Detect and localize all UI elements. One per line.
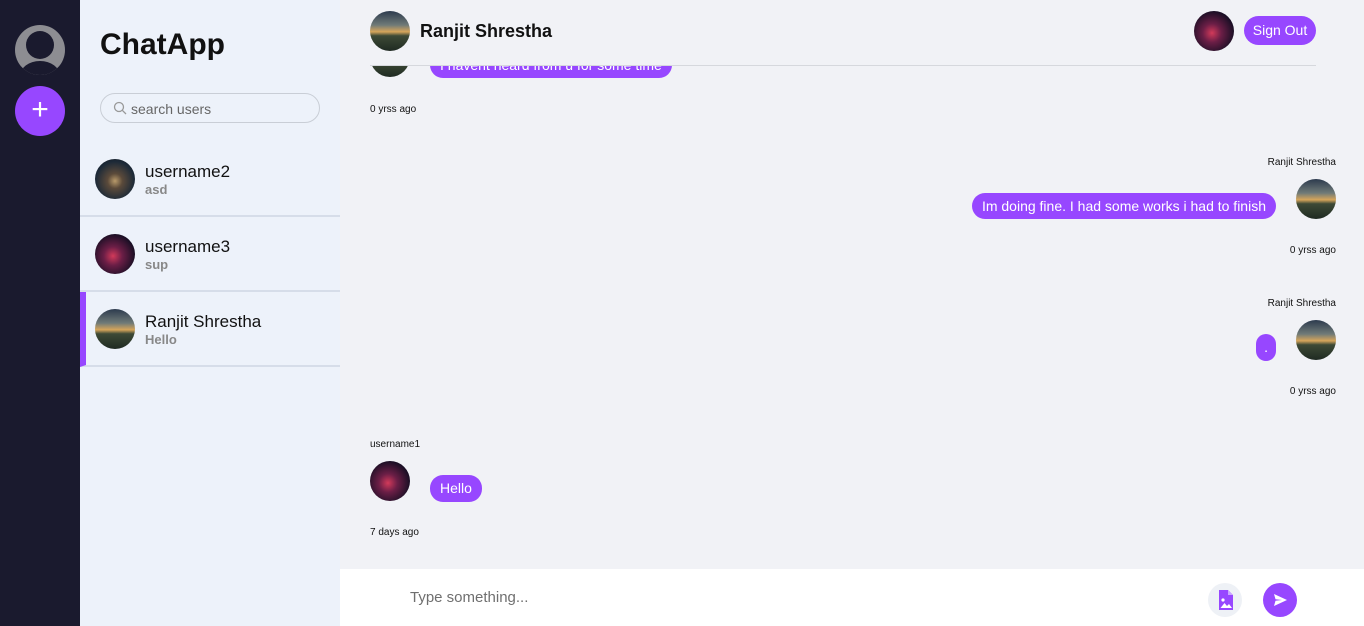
chat-header: Ranjit Shrestha Sign Out bbox=[370, 0, 1316, 66]
contact-item-username3[interactable]: username3 sup bbox=[80, 217, 340, 292]
contacts-sidebar: ChatApp username2 asd username3 sup Ranj… bbox=[80, 0, 340, 626]
search-input[interactable] bbox=[131, 99, 311, 119]
contact-name: username2 bbox=[145, 162, 231, 181]
app-title: ChatApp bbox=[100, 28, 225, 61]
message-input[interactable] bbox=[410, 585, 1190, 609]
message-composer bbox=[340, 569, 1364, 626]
contact-avatar bbox=[95, 234, 135, 274]
message-avatar bbox=[370, 461, 410, 501]
current-user-avatar[interactable] bbox=[1194, 11, 1234, 51]
message-list[interactable]: I havent heard from u for some time 0 yr… bbox=[340, 0, 1364, 569]
send-icon bbox=[1274, 594, 1287, 606]
message-timestamp: 0 yrss ago bbox=[370, 104, 417, 115]
image-file-icon bbox=[1219, 590, 1233, 610]
chat-partner-avatar bbox=[370, 11, 410, 51]
send-button[interactable] bbox=[1263, 583, 1297, 617]
message-bubble: Im doing fine. I had some works i had to… bbox=[971, 193, 1276, 219]
message-sender: username1 bbox=[370, 439, 421, 450]
add-chat-button[interactable]: + bbox=[15, 86, 65, 136]
message-bubble: Hello bbox=[430, 475, 482, 502]
contact-avatar bbox=[95, 309, 135, 349]
message-sender: Ranjit Shrestha bbox=[1267, 157, 1336, 168]
contact-name: Ranjit Shrestha bbox=[145, 312, 262, 331]
message-avatar bbox=[1296, 179, 1336, 219]
contact-item-username2[interactable]: username2 asd bbox=[80, 142, 340, 217]
chat-panel: I havent heard from u for some time 0 yr… bbox=[340, 0, 1364, 626]
profile-head-shape bbox=[26, 31, 54, 59]
message-sender: Ranjit Shrestha bbox=[1267, 298, 1336, 309]
search-box[interactable] bbox=[100, 93, 320, 123]
chat-partner-name: Ranjit Shrestha bbox=[420, 21, 553, 41]
sign-out-button[interactable]: Sign Out bbox=[1244, 16, 1316, 45]
contact-last-message: Hello bbox=[145, 332, 177, 347]
profile-body-shape bbox=[20, 61, 60, 75]
search-icon bbox=[113, 101, 127, 115]
message-bubble: . bbox=[1256, 334, 1276, 361]
contact-last-message: sup bbox=[145, 257, 169, 272]
nav-rail: + bbox=[0, 0, 80, 626]
message-avatar bbox=[1296, 320, 1336, 360]
profile-avatar-icon[interactable] bbox=[15, 25, 65, 75]
contact-name: username3 bbox=[145, 237, 231, 256]
message-timestamp: 0 yrss ago bbox=[1289, 386, 1336, 397]
message-timestamp: 0 yrss ago bbox=[1289, 245, 1336, 256]
attach-image-button[interactable] bbox=[1208, 583, 1242, 617]
message-timestamp: 7 days ago bbox=[370, 527, 419, 538]
contact-avatar bbox=[95, 159, 135, 199]
contact-last-message: asd bbox=[145, 182, 168, 197]
contact-item-ranjit-shrestha[interactable]: Ranjit Shrestha Hello bbox=[80, 292, 340, 367]
